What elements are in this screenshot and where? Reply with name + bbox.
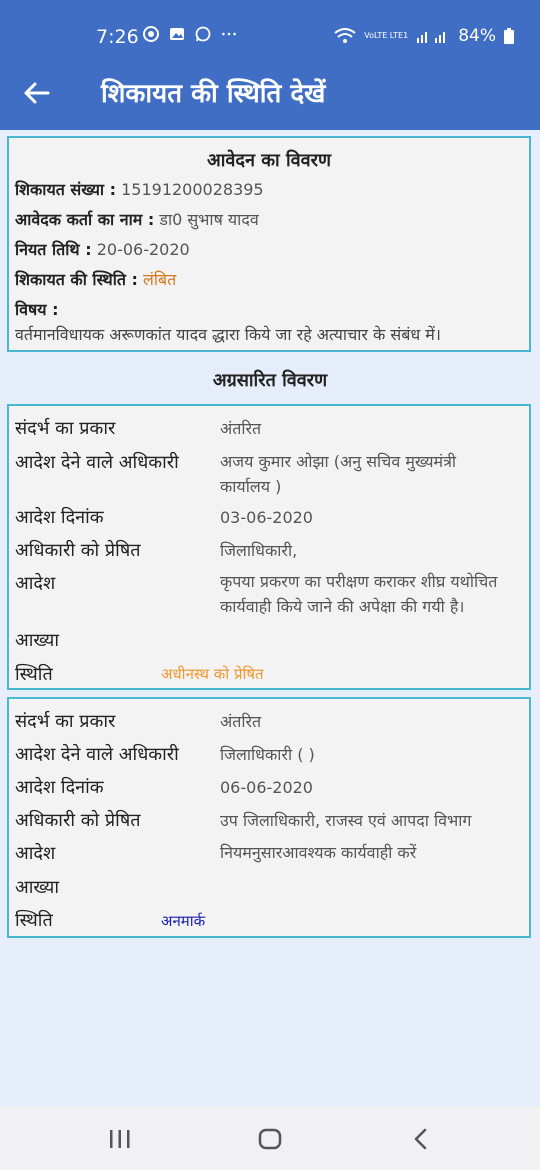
system-status: VoLTE LTE1 84%	[334, 26, 514, 46]
status-bar: 7:26 VoLTE LTE1 84%	[0, 0, 540, 56]
notification-icons	[143, 26, 237, 42]
ordering-officer-label: आदेश देने वाले अधिकारी	[15, 744, 179, 765]
order-date-label: आदेश दिनांक	[15, 777, 104, 798]
reference-type-value: अंतरित	[220, 712, 262, 731]
reference-type-label: संदर्भ का प्रकार	[15, 711, 116, 732]
subject-row: विषय :	[15, 298, 59, 320]
sent-to-value: जिलाधिकारी,	[220, 541, 298, 560]
recent-apps-icon[interactable]	[106, 1127, 134, 1151]
forwarded-entry-card: संदर्भ का प्रकार अंतरित आदेश देने वाले अ…	[7, 697, 531, 938]
due-date-label: नियत तिथि :	[15, 240, 92, 259]
sent-to-label: अधिकारी को प्रेषित	[15, 540, 141, 561]
application-details-card: आवेदन का विवरण शिकायत संख्या : 151912000…	[7, 136, 531, 352]
complaint-number-label: शिकायत संख्या :	[15, 180, 116, 199]
complaint-status-value: लंबित	[143, 270, 177, 289]
back-nav-icon[interactable]	[408, 1127, 436, 1151]
ordering-officer-value: अजय कुमार ओझा (अनु सचिव मुख्यमंत्री कार्…	[220, 450, 510, 500]
order-line2: कार्यवाही किये जाने की अपेक्षा की गयी है…	[220, 596, 465, 616]
forwarded-heading: अग्रसारित विवरण	[212, 370, 328, 391]
network-label: VoLTE LTE1	[364, 31, 409, 40]
applicant-value: डा0 सुभाष यादव	[159, 210, 259, 229]
status-time: 7:26	[96, 26, 139, 48]
order-line1: कृपया प्रकरण का परीक्षण कराकर शीघ्र यथोच…	[220, 572, 498, 591]
order-value: कृपया प्रकरण का परीक्षण कराकर शीघ्र यथोच…	[220, 570, 510, 620]
page-title: शिकायत की स्थिति देखें	[101, 79, 326, 109]
home-icon[interactable]	[256, 1127, 284, 1151]
complaint-number-row: शिकायत संख्या : 15191200028395	[15, 178, 264, 200]
applicant-label: आवेदक कर्ता का नाम :	[15, 210, 155, 229]
due-date-row: नियत तिथि : 20-06-2020	[15, 238, 190, 260]
order-date-label: आदेश दिनांक	[15, 507, 104, 528]
reference-type-value: अंतरित	[220, 419, 262, 438]
order-label: आदेश	[15, 843, 56, 864]
signal-icon	[417, 32, 446, 43]
applicant-row: आवेदक कर्ता का नाम : डा0 सुभाष यादव	[15, 208, 259, 230]
order-date-value: 06-06-2020	[220, 778, 313, 797]
ordering-officer-line1: अजय कुमार ओझा (अनु सचिव मुख्यमंत्री	[220, 452, 457, 471]
complaint-number-value: 15191200028395	[121, 180, 264, 199]
status-label: स्थिति	[15, 664, 53, 685]
status-value: अनमार्क	[161, 912, 206, 930]
reference-type-label: संदर्भ का प्रकार	[15, 418, 116, 439]
app-bar: शिकायत की स्थिति देखें	[0, 56, 540, 130]
wifi-icon	[334, 28, 356, 43]
ordering-officer-value: जिलाधिकारी ( )	[220, 745, 315, 764]
whatsapp-icon	[195, 26, 211, 42]
back-arrow-icon[interactable]	[22, 78, 52, 108]
ordering-officer-line2: कार्यालय )	[220, 476, 282, 496]
complaint-status-row: शिकायत की स्थिति : लंबित	[15, 268, 176, 290]
forwarded-entry-card: संदर्भ का प्रकार अंतरित आदेश देने वाले अ…	[7, 404, 531, 690]
subject-label: विषय :	[15, 300, 59, 319]
status-value: अधीनस्थ को प्रेषित	[161, 665, 264, 683]
application-heading: आवेदन का विवरण	[206, 150, 332, 171]
subject-value: वर्तमानविधायक अरूणकांत यादव द्धारा किये …	[15, 325, 441, 344]
battery-icon	[504, 28, 514, 44]
status-label: स्थिति	[15, 910, 53, 931]
ordering-officer-label: आदेश देने वाले अधिकारी	[15, 452, 179, 473]
sent-to-value: उप जिलाधिकारी, राजस्व एवं आपदा विभाग	[220, 811, 472, 830]
order-label: आदेश	[15, 573, 56, 594]
gallery-icon	[170, 28, 184, 40]
due-date-value: 20-06-2020	[96, 240, 190, 259]
battery-percent: 84%	[458, 26, 496, 46]
chrome-icon	[143, 26, 159, 42]
order-date-value: 03-06-2020	[220, 508, 313, 527]
remark-label: आख्या	[15, 877, 60, 898]
remark-label: आख्या	[15, 630, 60, 651]
order-value: नियमनुसारआवश्यक कार्यवाही करें	[220, 843, 417, 862]
system-nav-bar	[0, 1106, 540, 1170]
more-icon	[222, 32, 236, 36]
complaint-status-label: शिकायत की स्थिति :	[15, 270, 138, 289]
sent-to-label: अधिकारी को प्रेषित	[15, 810, 141, 831]
